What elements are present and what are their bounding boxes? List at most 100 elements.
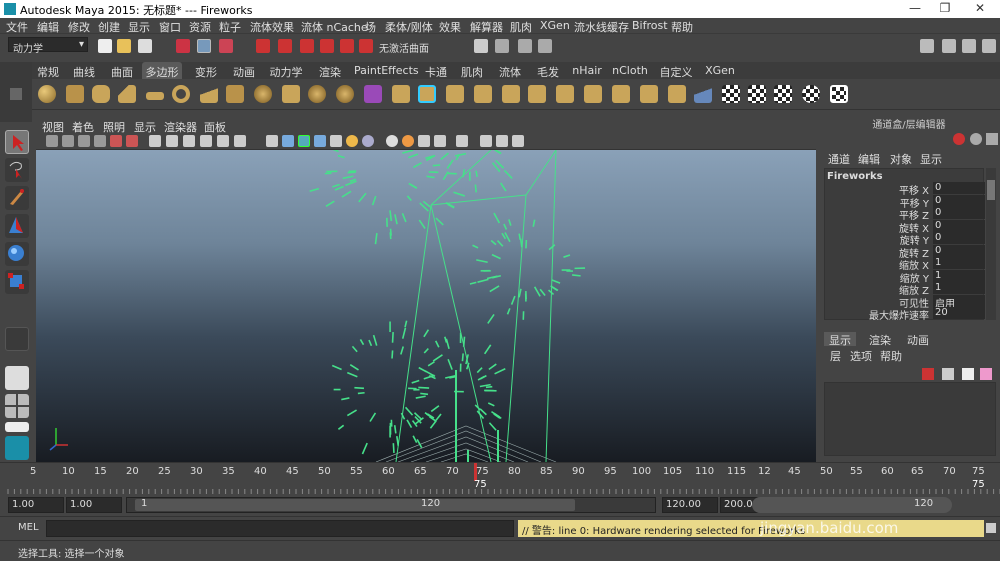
- menu-display[interactable]: 显示: [128, 19, 150, 35]
- tab-animation[interactable]: 动画: [230, 62, 258, 79]
- motion-blur-icon[interactable]: [386, 135, 398, 147]
- tab-general[interactable]: 常规: [34, 62, 62, 79]
- attr-max-burst-speed[interactable]: 最大爆炸速率 20: [825, 307, 985, 322]
- menu-fluid-ncache[interactable]: 流体 nCache: [301, 19, 368, 35]
- select-hierarchy-icon[interactable]: [176, 39, 190, 53]
- perspective-viewport[interactable]: [36, 150, 816, 462]
- grease-pencil-icon[interactable]: [126, 135, 138, 147]
- menu-solvers[interactable]: 解算器: [470, 19, 503, 35]
- layer-move-down-icon[interactable]: [980, 368, 992, 380]
- tab-toon[interactable]: 卡通: [422, 62, 450, 79]
- tab-custom[interactable]: 自定义: [658, 62, 694, 79]
- poly-prism-icon[interactable]: [200, 85, 218, 103]
- menu-pipeline-cache[interactable]: 流水线缓存: [574, 19, 629, 35]
- tab-surfaces[interactable]: 曲面: [108, 62, 136, 79]
- new-layer-from-selection-icon[interactable]: [942, 368, 954, 380]
- lasso-tool-icon[interactable]: [5, 158, 29, 182]
- playback-end-field[interactable]: 120.00: [662, 497, 718, 513]
- attr-translate-x[interactable]: 平移 X0: [825, 182, 985, 197]
- two-d-pan-icon[interactable]: [110, 135, 122, 147]
- depth-of-field-icon[interactable]: [418, 135, 430, 147]
- attr-rotate-y[interactable]: 旋转 Y0: [825, 232, 985, 247]
- spherical-map-icon[interactable]: [774, 85, 792, 103]
- cb-menu-object[interactable]: 对象: [890, 151, 912, 167]
- separate-icon[interactable]: [308, 85, 326, 103]
- checker-uv-icon[interactable]: [722, 85, 740, 103]
- menu-xgen[interactable]: XGen: [540, 19, 570, 32]
- resolution-gate-icon[interactable]: [183, 135, 195, 147]
- live-surface-field[interactable]: 无激活曲面: [375, 38, 455, 55]
- tab-nhair[interactable]: nHair: [572, 62, 602, 79]
- attr-translate-z[interactable]: 平移 Z0: [825, 207, 985, 222]
- multisample-icon[interactable]: [402, 135, 414, 147]
- bevel-icon[interactable]: [502, 85, 520, 103]
- camera-select-icon[interactable]: [46, 135, 58, 147]
- tool-settings-small-icon[interactable]: [986, 133, 998, 145]
- playback-start-field[interactable]: 1.00: [66, 497, 122, 513]
- time-slider[interactable]: 5 10 15 20 25 30 35 40 45 50 55 60 65 70…: [0, 462, 1000, 494]
- render-view-icon[interactable]: [474, 39, 488, 53]
- poly-torus-icon[interactable]: [172, 85, 190, 103]
- outliner-layout-icon[interactable]: [5, 422, 29, 432]
- cb-menu-channels[interactable]: 通道: [828, 151, 850, 167]
- range-track[interactable]: 1 120: [126, 497, 656, 513]
- cylindrical-map-icon[interactable]: [748, 85, 766, 103]
- save-scene-icon[interactable]: [138, 39, 152, 53]
- tab-muscle[interactable]: 肌肉: [458, 62, 486, 79]
- select-tool-icon[interactable]: [5, 130, 29, 154]
- xray-components-icon[interactable]: [496, 135, 508, 147]
- select-object-icon[interactable]: [197, 39, 211, 53]
- smooth-shade-icon[interactable]: [282, 135, 294, 147]
- move-tool-icon[interactable]: [5, 214, 29, 238]
- smooth-icon[interactable]: [364, 85, 382, 103]
- scroll-thumb[interactable]: [987, 180, 995, 200]
- wireframe-on-shaded-icon[interactable]: [298, 135, 310, 147]
- bridge-icon[interactable]: [418, 85, 436, 103]
- append-icon[interactable]: [446, 85, 464, 103]
- tab-display-layers[interactable]: 显示: [824, 332, 856, 347]
- image-plane-icon[interactable]: [94, 135, 106, 147]
- maya-home-icon[interactable]: [5, 436, 29, 460]
- tab-painteffects[interactable]: PaintEffects: [354, 62, 419, 79]
- select-component-icon[interactable]: [219, 39, 233, 53]
- paint-select-tool-icon[interactable]: [5, 186, 29, 210]
- channel-scrollbar[interactable]: [986, 168, 996, 320]
- tab-rendering[interactable]: 渲染: [316, 62, 344, 79]
- hud-toggle-icon[interactable]: [512, 135, 524, 147]
- menu-edit[interactable]: 编辑: [37, 19, 59, 35]
- menu-bifrost[interactable]: Bifrost: [632, 19, 668, 32]
- menu-fields[interactable]: 场: [365, 19, 376, 35]
- extrude-icon[interactable]: [392, 85, 410, 103]
- layer-list[interactable]: [824, 382, 996, 456]
- restore-icon[interactable]: ❐: [930, 1, 960, 17]
- snap-grid-icon[interactable]: [256, 39, 270, 53]
- menu-help[interactable]: 帮助: [671, 19, 693, 35]
- screen-space-ao-icon[interactable]: [362, 135, 374, 147]
- open-scene-icon[interactable]: [117, 39, 131, 53]
- menu-set-dropdown[interactable]: 动力学 ▾: [8, 37, 88, 55]
- menu-soft-rigid[interactable]: 柔体/刚体: [385, 19, 433, 35]
- menu-muscle[interactable]: 肌肉: [510, 19, 532, 35]
- split-icon[interactable]: [556, 85, 574, 103]
- render-icon[interactable]: [495, 39, 509, 53]
- safe-action-icon[interactable]: [234, 135, 246, 147]
- xray-joints-icon[interactable]: [480, 135, 492, 147]
- attr-rotate-z[interactable]: 旋转 Z0: [825, 244, 985, 260]
- layer-move-up-icon[interactable]: [962, 368, 974, 380]
- unfold-uv-icon[interactable]: [830, 85, 848, 103]
- sculpt-icon[interactable]: [640, 85, 658, 103]
- tab-anim-layers[interactable]: 动画: [902, 332, 934, 347]
- combine-icon[interactable]: [282, 85, 300, 103]
- layer-menu-options[interactable]: 选项: [850, 348, 872, 364]
- script-type-label[interactable]: MEL: [18, 522, 39, 533]
- tab-render-layers[interactable]: 渲染: [864, 332, 896, 347]
- poly-helix-icon[interactable]: [254, 85, 272, 103]
- attr-rotate-x[interactable]: 旋转 X0: [825, 219, 985, 235]
- poly-cylinder-icon[interactable]: [92, 85, 110, 103]
- layer-menu-layers[interactable]: 层: [830, 348, 841, 364]
- last-tool-slot[interactable]: [5, 327, 29, 351]
- new-layer-icon[interactable]: [922, 368, 934, 380]
- fill-hole-icon[interactable]: [474, 85, 492, 103]
- mirror-icon[interactable]: [336, 85, 354, 103]
- layout-four-view-icon[interactable]: [5, 394, 29, 418]
